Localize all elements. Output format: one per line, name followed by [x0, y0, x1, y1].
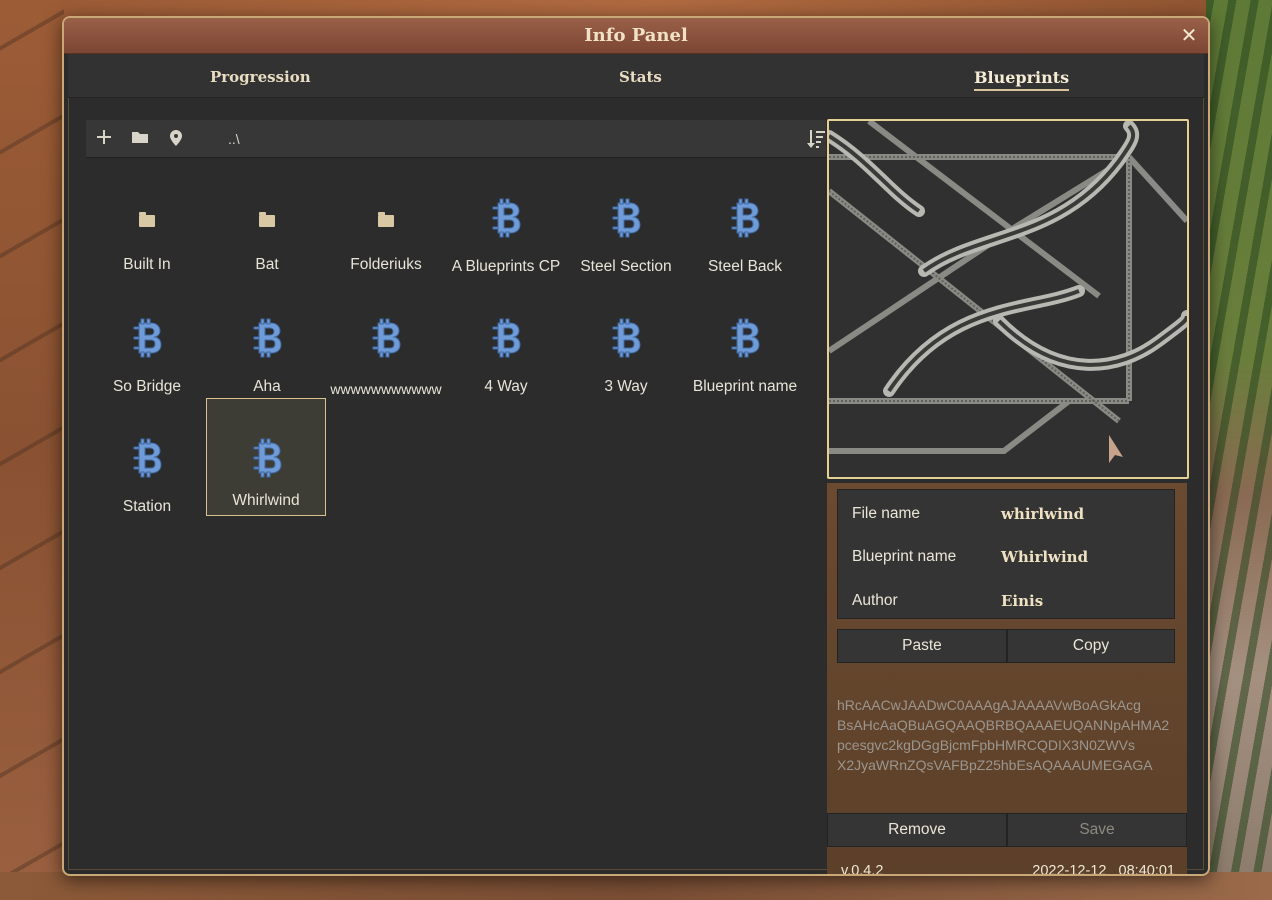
file-name-row: File name whirlwind: [852, 505, 1162, 525]
folder-icon: [378, 212, 394, 227]
blueprint-icon: [728, 198, 762, 238]
date-value: 2022-12-12: [1032, 863, 1107, 876]
sort-button[interactable]: [806, 128, 826, 150]
blueprint-name-row: Blueprint name Whirlwind: [852, 548, 1162, 568]
folder-icon: [259, 212, 275, 227]
blueprint-item-3-way[interactable]: 3 Way: [566, 318, 686, 436]
blueprint-preview[interactable]: [827, 119, 1189, 479]
file-name-value: whirlwind: [1001, 505, 1085, 523]
blueprint-icon: [489, 198, 523, 238]
blueprint-item-wwwwwwwwwww[interactable]: wwwwwwwwwww: [326, 318, 446, 436]
blueprint-item-whirlwind[interactable]: Whirlwind: [206, 398, 326, 516]
blueprint-code-text[interactable]: hRcAACwJAADwC0AAAgAJAAAAVwBoAGkAcg BsAHc…: [837, 695, 1185, 795]
tab-blueprints[interactable]: Blueprints: [974, 68, 1070, 91]
folder-item-folderiuks[interactable]: Folderiuks: [326, 202, 446, 320]
blueprint-icon: [609, 318, 643, 358]
sort-icon: [807, 130, 825, 148]
close-button[interactable]: ✕: [1178, 25, 1200, 47]
blueprint-item-station[interactable]: Station: [87, 438, 207, 556]
version-label: v.0.4.2: [841, 863, 884, 876]
item-label: Blueprint name: [692, 378, 798, 395]
remove-button[interactable]: Remove: [827, 813, 1007, 847]
item-label: So Bridge: [112, 378, 182, 395]
paste-button[interactable]: Paste: [837, 629, 1007, 663]
save-button[interactable]: Save: [1007, 813, 1187, 847]
code-line: BsAHcAaQBuAGQAAQBRBQAAAEUQANNpAHMA2: [837, 717, 1170, 733]
folder-icon: [139, 212, 155, 227]
blueprint-icon: [130, 318, 164, 358]
author-row: Author Einis: [852, 592, 1162, 612]
blueprint-icon: [489, 318, 523, 358]
blueprint-item-so-bridge[interactable]: So Bridge: [87, 318, 207, 436]
tab-progression[interactable]: Progression: [210, 68, 311, 86]
blueprint-item-steel-back[interactable]: Steel Back: [685, 198, 805, 316]
background-terrain-right: [1206, 0, 1272, 900]
blueprint-name-label: Blueprint name: [852, 548, 957, 565]
folder-icon: [132, 132, 148, 143]
blueprint-icon: [609, 198, 643, 238]
blueprint-details-panel: File name whirlwind Blueprint name Whirl…: [827, 483, 1187, 876]
timestamp: 2022-12-12 08:40:01: [1032, 863, 1175, 876]
author-value: Einis: [1001, 592, 1044, 610]
blueprint-icon: [728, 318, 762, 358]
item-label: Built In: [123, 256, 171, 273]
window-title: Info Panel: [584, 25, 688, 46]
blueprint-item-blueprint-name[interactable]: Blueprint name: [685, 318, 805, 436]
time-value: 08:40:01: [1118, 863, 1175, 876]
add-icon: [97, 130, 111, 144]
copy-button[interactable]: Copy: [1007, 629, 1175, 663]
browser-toolbar: ..\: [86, 120, 826, 158]
locate-button[interactable]: [166, 129, 186, 149]
new-folder-button[interactable]: [130, 129, 150, 149]
blueprint-item-4-way[interactable]: 4 Way: [446, 318, 566, 436]
author-label: Author: [852, 592, 898, 609]
blueprint-item-steel-section[interactable]: Steel Section: [566, 198, 686, 316]
blueprint-name-value: Whirlwind: [1001, 548, 1089, 566]
folder-item-bat[interactable]: Bat: [207, 202, 327, 320]
current-path[interactable]: ..\: [228, 131, 240, 147]
blueprint-icon: [250, 318, 284, 358]
blueprint-icon: [250, 438, 284, 478]
background-terrain-left: [0, 0, 64, 900]
blueprint-item-a-blueprints-cp[interactable]: A Blueprints CP: [446, 198, 566, 316]
close-icon: ✕: [1180, 25, 1198, 47]
item-label: 4 Way: [484, 378, 528, 395]
item-label: Station: [122, 498, 172, 515]
item-label: Steel Back: [707, 258, 783, 275]
item-label: A Blueprints CP: [451, 258, 561, 275]
track-layout-preview: [829, 121, 1187, 477]
blueprint-icon: [369, 318, 403, 358]
tab-stats[interactable]: Stats: [619, 68, 662, 86]
file-name-label: File name: [852, 505, 921, 522]
item-label: wwwwwwwwwww: [330, 381, 442, 397]
background-terrain-bottom: [0, 872, 1272, 900]
folder-item-built-in[interactable]: Built In: [87, 202, 207, 320]
tab-bar: Progression Stats Blueprints: [68, 54, 1204, 98]
code-line: hRcAACwJAADwC0AAAgAJAAAAVwBoAGkAcg: [837, 697, 1141, 713]
blueprint-icon: [130, 438, 164, 478]
add-blueprint-button[interactable]: [94, 129, 114, 149]
info-panel-window: Info Panel ✕ Progression Stats Blueprint…: [62, 16, 1210, 876]
code-line: pcesgvc2kgDGgBjcmFpbHMRCQDIX3N0ZWVs: [837, 737, 1135, 753]
location-pin-icon: [170, 130, 182, 146]
blueprint-metadata: File name whirlwind Blueprint name Whirl…: [837, 489, 1175, 619]
item-label: Folderiuks: [350, 256, 422, 273]
item-label: Whirlwind: [232, 492, 300, 509]
code-line: X2JyaWRnZQsVAFBpZ25hbEsAQAAAUMEGAGA: [837, 757, 1153, 773]
title-bar: Info Panel ✕: [64, 18, 1208, 54]
